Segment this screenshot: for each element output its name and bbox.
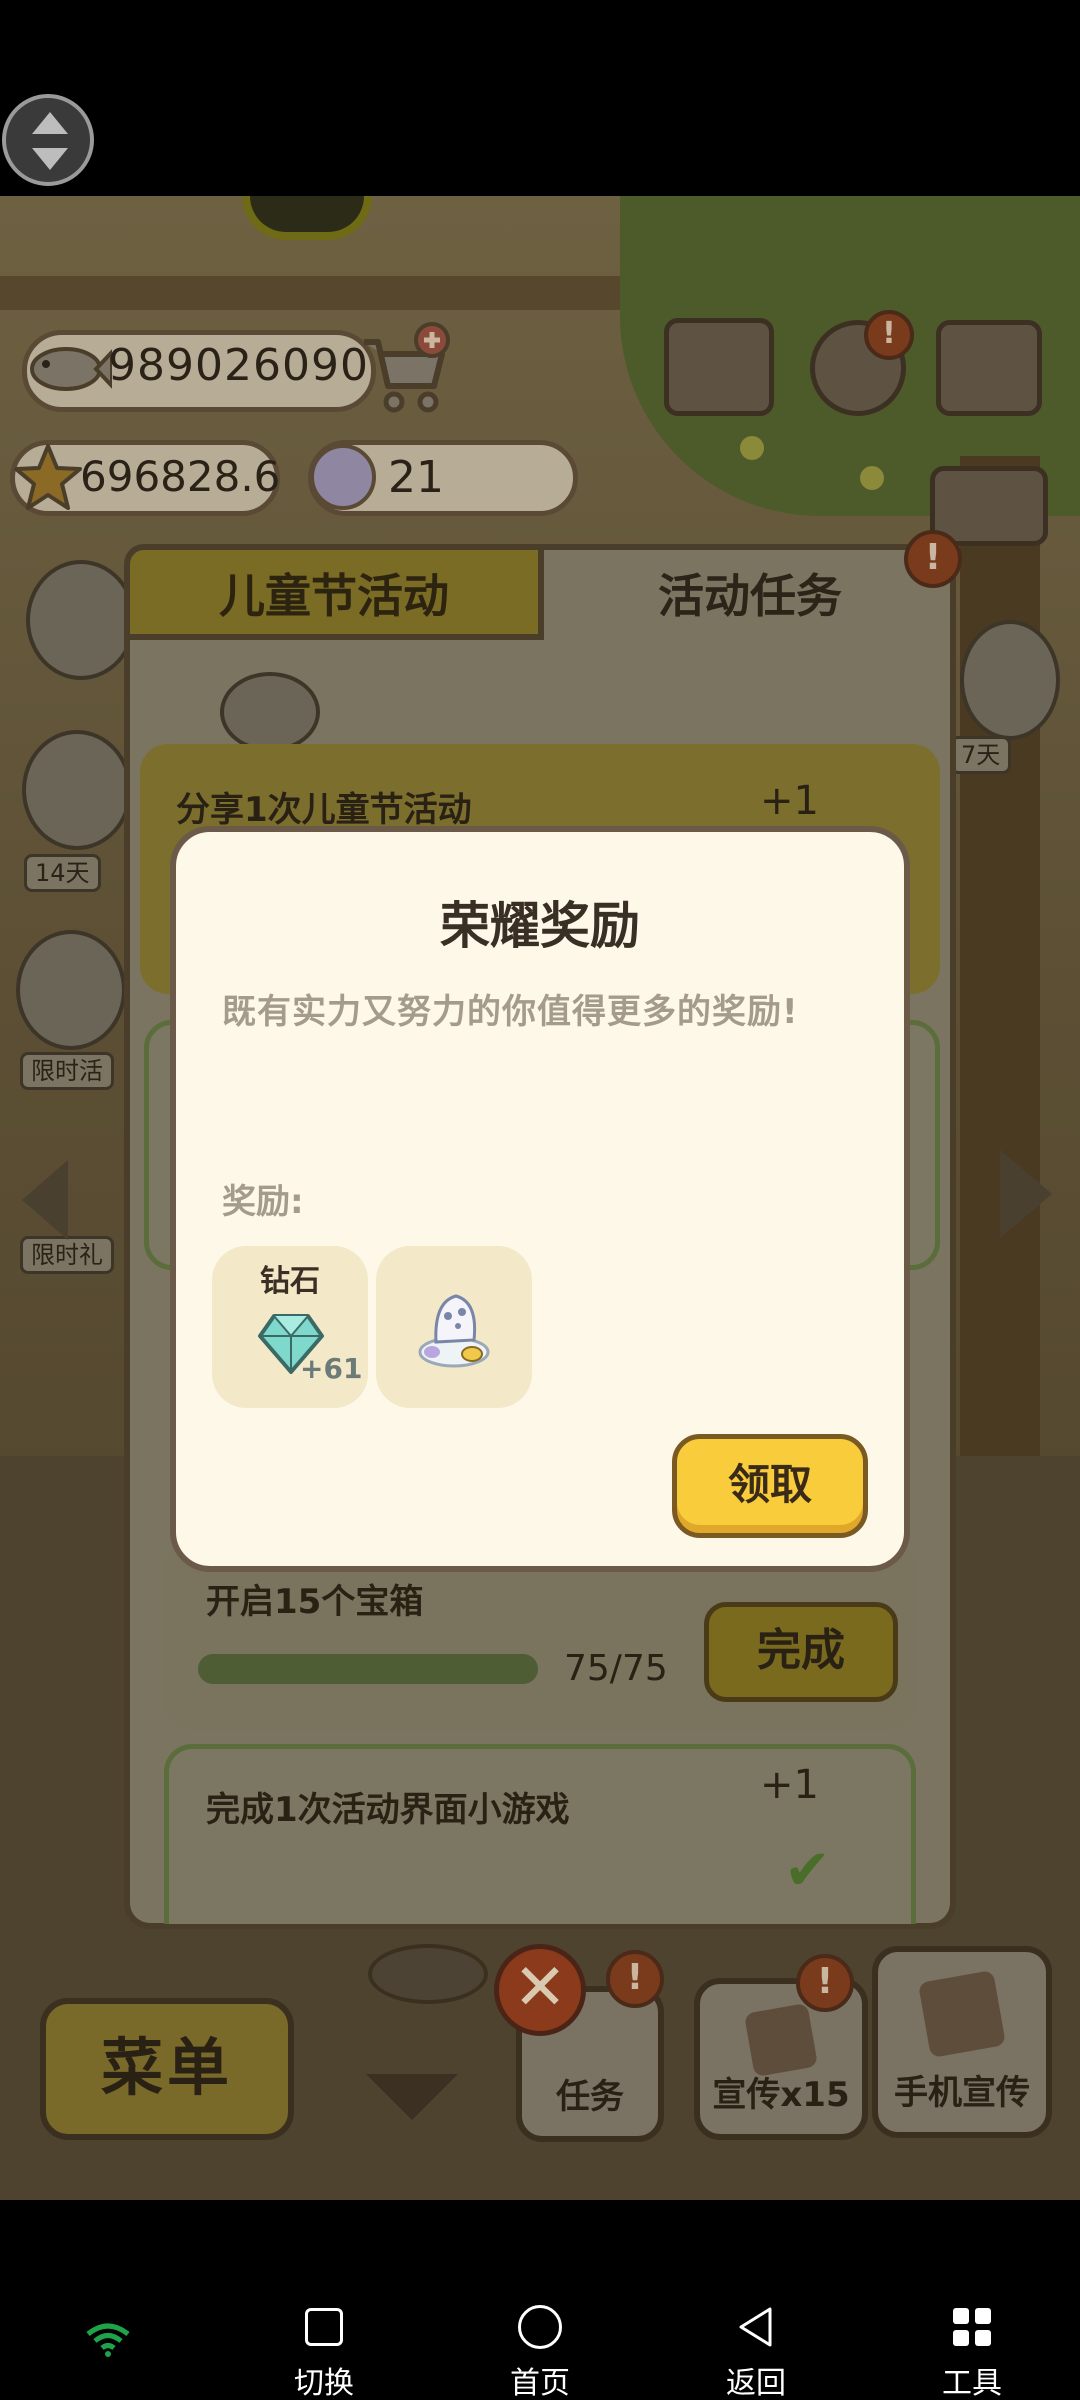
task-title: 分享1次儿童节活动 xyxy=(176,790,472,830)
checkmark-icon: ✔ xyxy=(784,1838,831,1903)
cat-decoration-icon xyxy=(220,672,320,752)
tab-event-tasks[interactable]: 活动任务 xyxy=(560,560,940,626)
promo-icon xyxy=(743,2002,819,2078)
alert-icon: ! xyxy=(796,1954,854,2012)
chevron-down-icon[interactable] xyxy=(366,2074,458,2120)
chevron-down-icon xyxy=(32,148,68,170)
paw-icon xyxy=(310,444,376,510)
reward-name: 钻石 xyxy=(260,1264,320,1299)
arrow-left-icon[interactable] xyxy=(22,1160,68,1240)
wifi-icon xyxy=(86,2323,130,2357)
phone-icon xyxy=(917,1969,1007,2059)
side-cat-icon[interactable] xyxy=(26,560,136,680)
tab-childrens-day-label: 儿童节活动 xyxy=(219,569,449,623)
dialog-subtitle: 既有实力又努力的你值得更多的奖励! xyxy=(222,992,799,1032)
task-reward: +1 xyxy=(760,778,819,824)
paw-count: 21 xyxy=(388,452,444,503)
grid-icon xyxy=(912,2300,1032,2354)
map-icon[interactable] xyxy=(936,320,1042,416)
square-icon xyxy=(264,2300,384,2354)
nav-switch-label: 切换 xyxy=(294,2366,354,2400)
days-tag: 14天 xyxy=(24,854,101,892)
status-area xyxy=(0,0,1080,196)
scroll-toggle-button[interactable] xyxy=(2,94,94,186)
side-cat-icon[interactable] xyxy=(22,730,132,850)
star-icon xyxy=(14,444,82,510)
tasks-label: 任务 xyxy=(556,2077,624,2117)
chevron-up-icon xyxy=(32,112,68,134)
task-progress-bar xyxy=(198,1654,538,1684)
alert-icon: ! xyxy=(864,310,914,360)
phone-promo-button[interactable]: 手机宣传 xyxy=(872,1946,1052,2138)
tree-light xyxy=(860,466,884,490)
task-reward: +1 xyxy=(760,1762,819,1808)
days-tag: 7天 xyxy=(950,736,1012,774)
back-triangle-icon xyxy=(696,2300,816,2354)
reward-label: 奖励: xyxy=(222,1182,304,1222)
fish-count: 989026090 xyxy=(108,340,369,391)
dialog-title: 荣耀奖励 xyxy=(440,897,640,955)
reward-count: +61 xyxy=(300,1352,363,1385)
tree-light xyxy=(740,436,764,460)
nav-tools-label: 工具 xyxy=(942,2366,1002,2400)
task-progress-text: 75/75 xyxy=(564,1648,668,1689)
nav-back[interactable]: 返回 xyxy=(696,2300,816,2400)
phone-promo-label: 手机宣传 xyxy=(894,2073,1030,2113)
task-title: 完成1次活动界面小游戏 xyxy=(206,1790,570,1830)
side-cat-icon[interactable] xyxy=(16,930,126,1050)
task-complete-button[interactable]: 完成 xyxy=(704,1602,898,1702)
promo-label: 宣传x15 xyxy=(712,2075,850,2115)
nav-tools[interactable]: 工具 xyxy=(912,2300,1032,2400)
alert-icon: ! xyxy=(606,1950,664,2008)
nav-home[interactable]: 首页 xyxy=(480,2300,600,2400)
limited-gift-tag[interactable]: 限时礼 xyxy=(20,1236,114,1274)
costume-icon xyxy=(418,1294,490,1368)
close-icon[interactable]: ✕ xyxy=(494,1944,586,2036)
food-bowl-icon[interactable] xyxy=(368,1944,488,2004)
side-cat-icon[interactable] xyxy=(960,620,1060,740)
nav-back-label: 返回 xyxy=(726,2366,786,2400)
book-icon[interactable] xyxy=(664,318,774,416)
fish-icon xyxy=(30,347,112,391)
alert-icon: ! xyxy=(904,530,962,588)
menu-button[interactable]: 菜单 xyxy=(40,1998,294,2140)
arrow-right-icon[interactable] xyxy=(1000,1150,1052,1238)
nav-home-label: 首页 xyxy=(510,2366,570,2400)
shop-cart-icon[interactable] xyxy=(356,322,452,418)
claim-button[interactable]: 领取 xyxy=(672,1434,868,1538)
limited-event-tag[interactable]: 限时活 xyxy=(20,1052,114,1090)
task-title: 开启15个宝箱 xyxy=(206,1582,424,1622)
circle-icon xyxy=(480,2300,600,2354)
nav-switch[interactable]: 切换 xyxy=(264,2300,384,2400)
star-count: 696828.6 xyxy=(80,452,281,501)
